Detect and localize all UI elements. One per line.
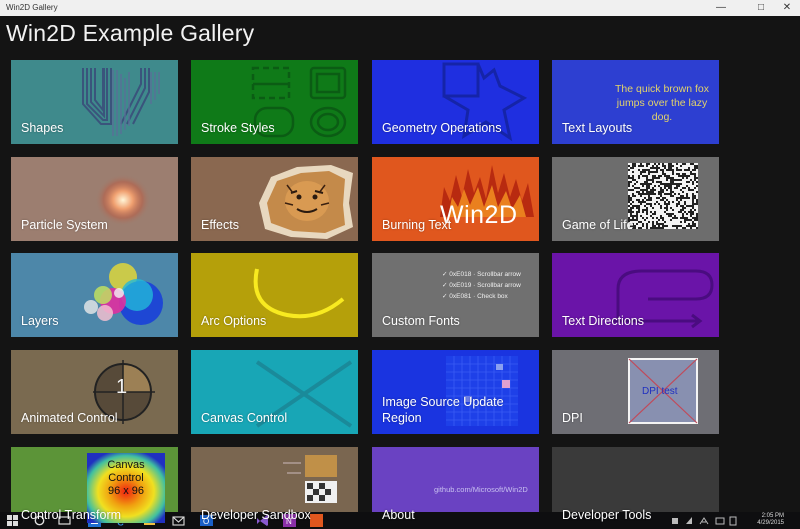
maximize-button[interactable]: □ [748, 0, 774, 16]
dpi-test-text: DPI test [642, 386, 678, 397]
tiger-photo-art [259, 165, 353, 239]
tile-label: Shapes [21, 121, 64, 135]
window-titlebar: Win2D Gallery — □ ✕ [0, 0, 800, 16]
tile-text-layouts[interactable]: The quick brown fox jumps over the lazy … [552, 60, 719, 144]
canvas-size-caption: Canvas Control 96 x 96 [107, 459, 145, 497]
tile-geometry-operations[interactable]: Geometry Operations [372, 60, 539, 144]
tile-control-transform[interactable]: Canvas Control 96 x 96 Control Transform [11, 447, 178, 529]
tile-canvas-control[interactable]: Canvas Control [191, 350, 358, 434]
tile-custom-fonts[interactable]: ✓ 0xE018 · Scrollbar arrow ✓ 0xE019 · Sc… [372, 253, 539, 337]
text-layout-sample: The quick brown fox jumps over the lazy … [615, 83, 709, 123]
tile-label: Canvas Control [201, 411, 288, 425]
tile-particle-system[interactable]: Particle System [11, 157, 178, 241]
game-of-life-grid-art [628, 163, 698, 229]
tile-label: Developer Tools [562, 508, 652, 522]
glyph-row: ✓ 0xE019 · Scrollbar arrow [442, 282, 521, 289]
about-url: github.com/Microsoft/Win2D [434, 485, 528, 494]
tile-label: Effects [201, 218, 239, 232]
tile-label: Image Source Update Region [382, 395, 504, 425]
glyph-row: ✓ 0xE081 · Check box [442, 293, 508, 300]
page-title: Win2D Example Gallery [6, 20, 255, 46]
tile-animated-control[interactable]: 1 Animated Control [11, 350, 178, 434]
tile-label: Stroke Styles [201, 121, 275, 135]
burning-text-word: Win2D [440, 201, 518, 229]
tile-label: Text Layouts [562, 121, 633, 135]
tile-label: Game of Life [562, 218, 634, 232]
tile-label: Particle System [21, 218, 108, 232]
system-tray-icons[interactable] [668, 514, 738, 527]
win2d-gallery-icon[interactable] [310, 514, 323, 527]
tile-label: Custom Fonts [382, 314, 460, 328]
tile-stroke-styles[interactable]: Stroke Styles [191, 60, 358, 144]
tile-effects[interactable]: Effects [191, 157, 358, 241]
shapes-art [82, 68, 160, 136]
close-button[interactable]: ✕ [774, 0, 800, 16]
tile-dpi[interactable]: DPI test DPI [552, 350, 719, 434]
tile-burning-text[interactable]: Win2D Burning Text [372, 157, 539, 241]
tile-label: Geometry Operations [382, 121, 502, 135]
start-icon[interactable] [6, 514, 19, 527]
tile-label: Control Transform [21, 508, 122, 522]
clock-time: 2:05 PM [761, 513, 784, 519]
tile-label: Developer Sandbox [201, 508, 311, 522]
tile-label: Animated Control [21, 411, 118, 425]
tile-label: Burning Text [382, 218, 452, 232]
tile-label: About [382, 508, 415, 522]
countdown-digit: 1 [116, 376, 128, 398]
tile-shapes[interactable]: Shapes [11, 60, 178, 144]
tile-label: Arc Options [201, 314, 267, 328]
clock-date: 4/29/2015 [757, 520, 784, 526]
tile-label: DPI [562, 411, 583, 425]
taskbar-clock[interactable]: 2:05 PM 4/29/2015 [757, 513, 784, 527]
tile-arc-options[interactable]: Arc Options [191, 253, 358, 337]
minimize-button[interactable]: — [708, 0, 734, 16]
tile-image-source-update-region[interactable]: Image Source Update Region [372, 350, 539, 434]
tile-layers[interactable]: Layers [11, 253, 178, 337]
layers-circles-art [84, 263, 163, 325]
glyph-row: ✓ 0xE018 · Scrollbar arrow [442, 271, 521, 278]
tile-game-of-life[interactable]: Game of Life [552, 157, 719, 241]
tile-label: Text Directions [562, 314, 644, 328]
custom-fonts-list: ✓ 0xE018 · Scrollbar arrow ✓ 0xE019 · Sc… [442, 269, 521, 302]
tile-label: Layers [21, 314, 59, 328]
tile-text-directions[interactable]: Text Directions [552, 253, 719, 337]
window-title: Win2D Gallery [6, 3, 58, 12]
sandbox-images-art [283, 455, 337, 503]
mail-icon[interactable] [172, 514, 185, 527]
